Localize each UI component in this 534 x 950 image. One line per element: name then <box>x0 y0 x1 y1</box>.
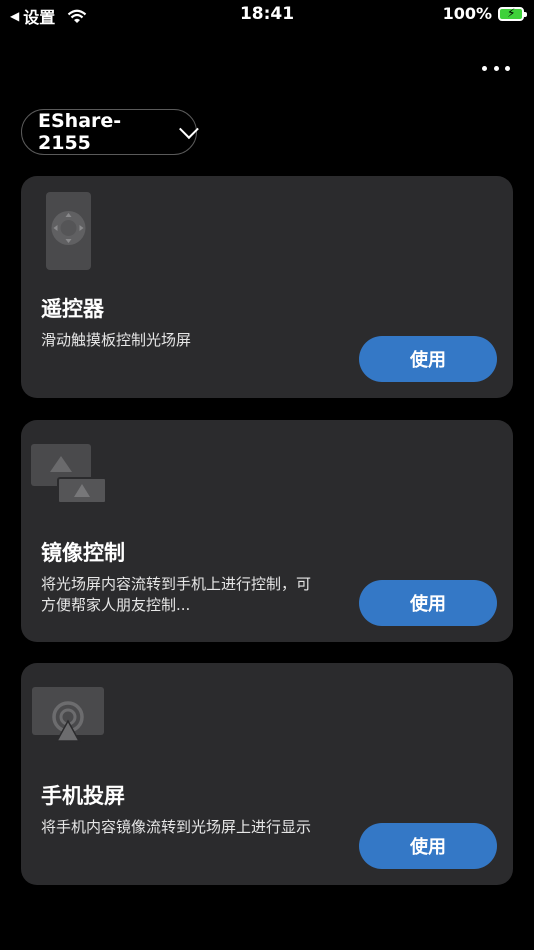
card-title: 手机投屏 <box>41 784 125 808</box>
card-title: 遥控器 <box>41 297 104 321</box>
dot <box>493 65 499 71</box>
mirror-screens-icon <box>31 444 107 504</box>
card-description: 将手机内容镜像流转到光场屏上进行显示 <box>41 818 312 836</box>
dot <box>482 65 487 71</box>
use-phone-cast-button[interactable]: 使用 <box>359 823 497 869</box>
more-options-icon[interactable] <box>482 58 510 78</box>
card-description: 滑动触摸板控制光场屏 <box>41 331 192 349</box>
airplay-icon <box>32 687 104 742</box>
dot <box>505 65 510 71</box>
use-mirror-button[interactable]: 使用 <box>359 580 497 626</box>
phone-cast-card: 手机投屏 将手机内容镜像流转到光场屏上进行显示 使用 <box>21 663 513 885</box>
battery-percent: 100% <box>442 4 492 23</box>
mirror-control-card: 镜像控制 将光场屏内容流转到手机上进行控制，可方便帮家人朋友控制... 使用 <box>21 420 513 642</box>
status-bar: ◀ 设置 18:41 100% ⚡ <box>0 0 534 30</box>
card-title: 镜像控制 <box>41 541 125 565</box>
device-selector[interactable]: EShare-2155 <box>21 109 199 155</box>
card-description: 将光场屏内容流转到手机上进行控制，可方便帮家人朋友控制... <box>41 575 312 614</box>
chevron-down-icon <box>179 119 199 139</box>
use-remote-button[interactable]: 使用 <box>359 336 497 382</box>
battery-icon: ⚡ <box>498 6 527 21</box>
device-name: EShare-2155 <box>38 110 122 154</box>
remote-control-card: 遥控器 滑动触摸板控制光场屏 使用 <box>21 176 513 398</box>
remote-control-icon <box>46 192 91 270</box>
